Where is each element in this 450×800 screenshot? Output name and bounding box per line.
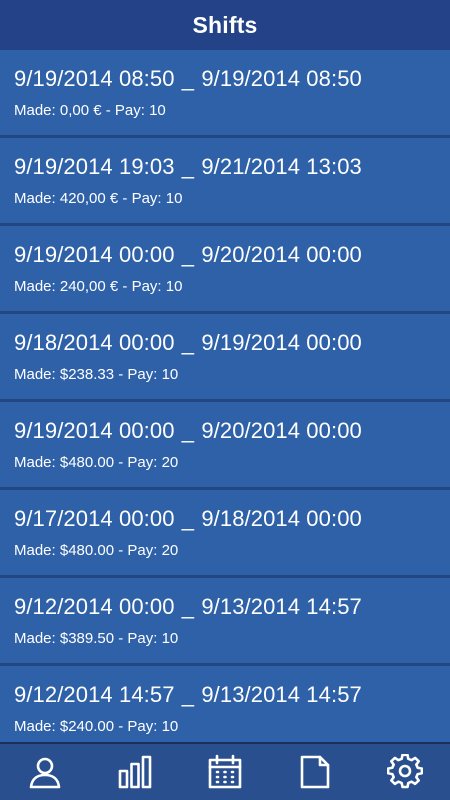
range-separator: _ [181,682,195,707]
shift-row[interactable]: 9/19/2014 00:00 _ 9/20/2014 00:00 Made: … [0,402,450,490]
shift-range: 9/12/2014 14:57 _ 9/13/2014 14:57 [14,682,362,708]
shift-earnings: Made: $389.50 - Pay: 10 [14,630,179,647]
header-bar: Shifts [0,0,450,51]
shift-end: 9/20/2014 00:00 [201,242,362,267]
shift-earnings: Made: 240,00 € - Pay: 10 [14,278,183,295]
shift-end: 9/21/2014 13:03 [201,154,362,179]
shift-earnings: Made: $480.00 - Pay: 20 [14,454,179,471]
shift-range: 9/19/2014 00:00 _ 9/20/2014 00:00 [14,418,362,444]
shift-range: 9/17/2014 00:00 _ 9/18/2014 00:00 [14,506,362,532]
person-icon [29,757,61,789]
bar-chart-icon [118,755,152,789]
shift-end: 9/19/2014 08:50 [201,66,362,91]
shift-range: 9/19/2014 08:50 _ 9/19/2014 08:50 [14,66,362,92]
tab-profile[interactable] [15,744,75,800]
shift-end: 9/20/2014 00:00 [201,418,362,443]
tab-statistics[interactable] [105,744,165,800]
shift-range: 9/18/2014 00:00 _ 9/19/2014 00:00 [14,330,362,356]
shift-row[interactable]: 9/19/2014 08:50 _ 9/19/2014 08:50 Made: … [0,50,450,138]
shift-earnings: Made: 0,00 € - Pay: 10 [14,102,166,119]
shift-row[interactable]: 9/12/2014 00:00 _ 9/13/2014 14:57 Made: … [0,578,450,666]
shift-start: 9/19/2014 00:00 [14,418,175,443]
range-separator: _ [181,66,195,91]
range-separator: _ [181,418,195,443]
shift-end: 9/13/2014 14:57 [201,682,362,707]
shift-earnings: Made: $480.00 - Pay: 20 [14,542,179,559]
shift-end: 9/19/2014 00:00 [201,330,362,355]
tab-calendar[interactable] [195,744,255,800]
shift-earnings: Made: $240.00 - Pay: 10 [14,718,179,735]
shift-row[interactable]: 9/18/2014 00:00 _ 9/19/2014 00:00 Made: … [0,314,450,402]
tab-reports[interactable] [285,744,345,800]
shift-range: 9/12/2014 00:00 _ 9/13/2014 14:57 [14,594,362,620]
shift-start: 9/12/2014 14:57 [14,682,175,707]
shift-start: 9/19/2014 19:03 [14,154,175,179]
calendar-icon [208,754,242,789]
shift-start: 9/19/2014 08:50 [14,66,175,91]
document-icon [300,755,330,789]
range-separator: _ [181,242,195,267]
shift-range: 9/19/2014 00:00 _ 9/20/2014 00:00 [14,242,362,268]
page-title: Shifts [192,11,258,38]
range-separator: _ [181,330,195,355]
bottom-tab-bar [0,742,450,800]
range-separator: _ [181,594,195,619]
shift-range: 9/19/2014 19:03 _ 9/21/2014 13:03 [14,154,362,180]
shift-start: 9/19/2014 00:00 [14,242,175,267]
tab-settings[interactable] [375,744,435,800]
range-separator: _ [181,506,195,531]
shift-start: 9/12/2014 00:00 [14,594,175,619]
shift-earnings: Made: 420,00 € - Pay: 10 [14,190,183,207]
range-separator: _ [181,154,195,179]
shift-row[interactable]: 9/12/2014 14:57 _ 9/13/2014 14:57 Made: … [0,666,450,744]
shift-earnings: Made: $238.33 - Pay: 10 [14,366,179,383]
shift-end: 9/13/2014 14:57 [201,594,362,619]
gear-icon [387,754,423,789]
shift-end: 9/18/2014 00:00 [201,506,362,531]
shift-list[interactable]: 9/19/2014 08:50 _ 9/19/2014 08:50 Made: … [0,50,450,744]
shift-row[interactable]: 9/19/2014 00:00 _ 9/20/2014 00:00 Made: … [0,226,450,314]
shift-start: 9/17/2014 00:00 [14,506,175,531]
shift-start: 9/18/2014 00:00 [14,330,175,355]
shift-row[interactable]: 9/17/2014 00:00 _ 9/18/2014 00:00 Made: … [0,490,450,578]
app-window: Shifts 9/19/2014 08:50 _ 9/19/2014 08:50… [0,0,450,800]
shift-row[interactable]: 9/19/2014 19:03 _ 9/21/2014 13:03 Made: … [0,138,450,226]
